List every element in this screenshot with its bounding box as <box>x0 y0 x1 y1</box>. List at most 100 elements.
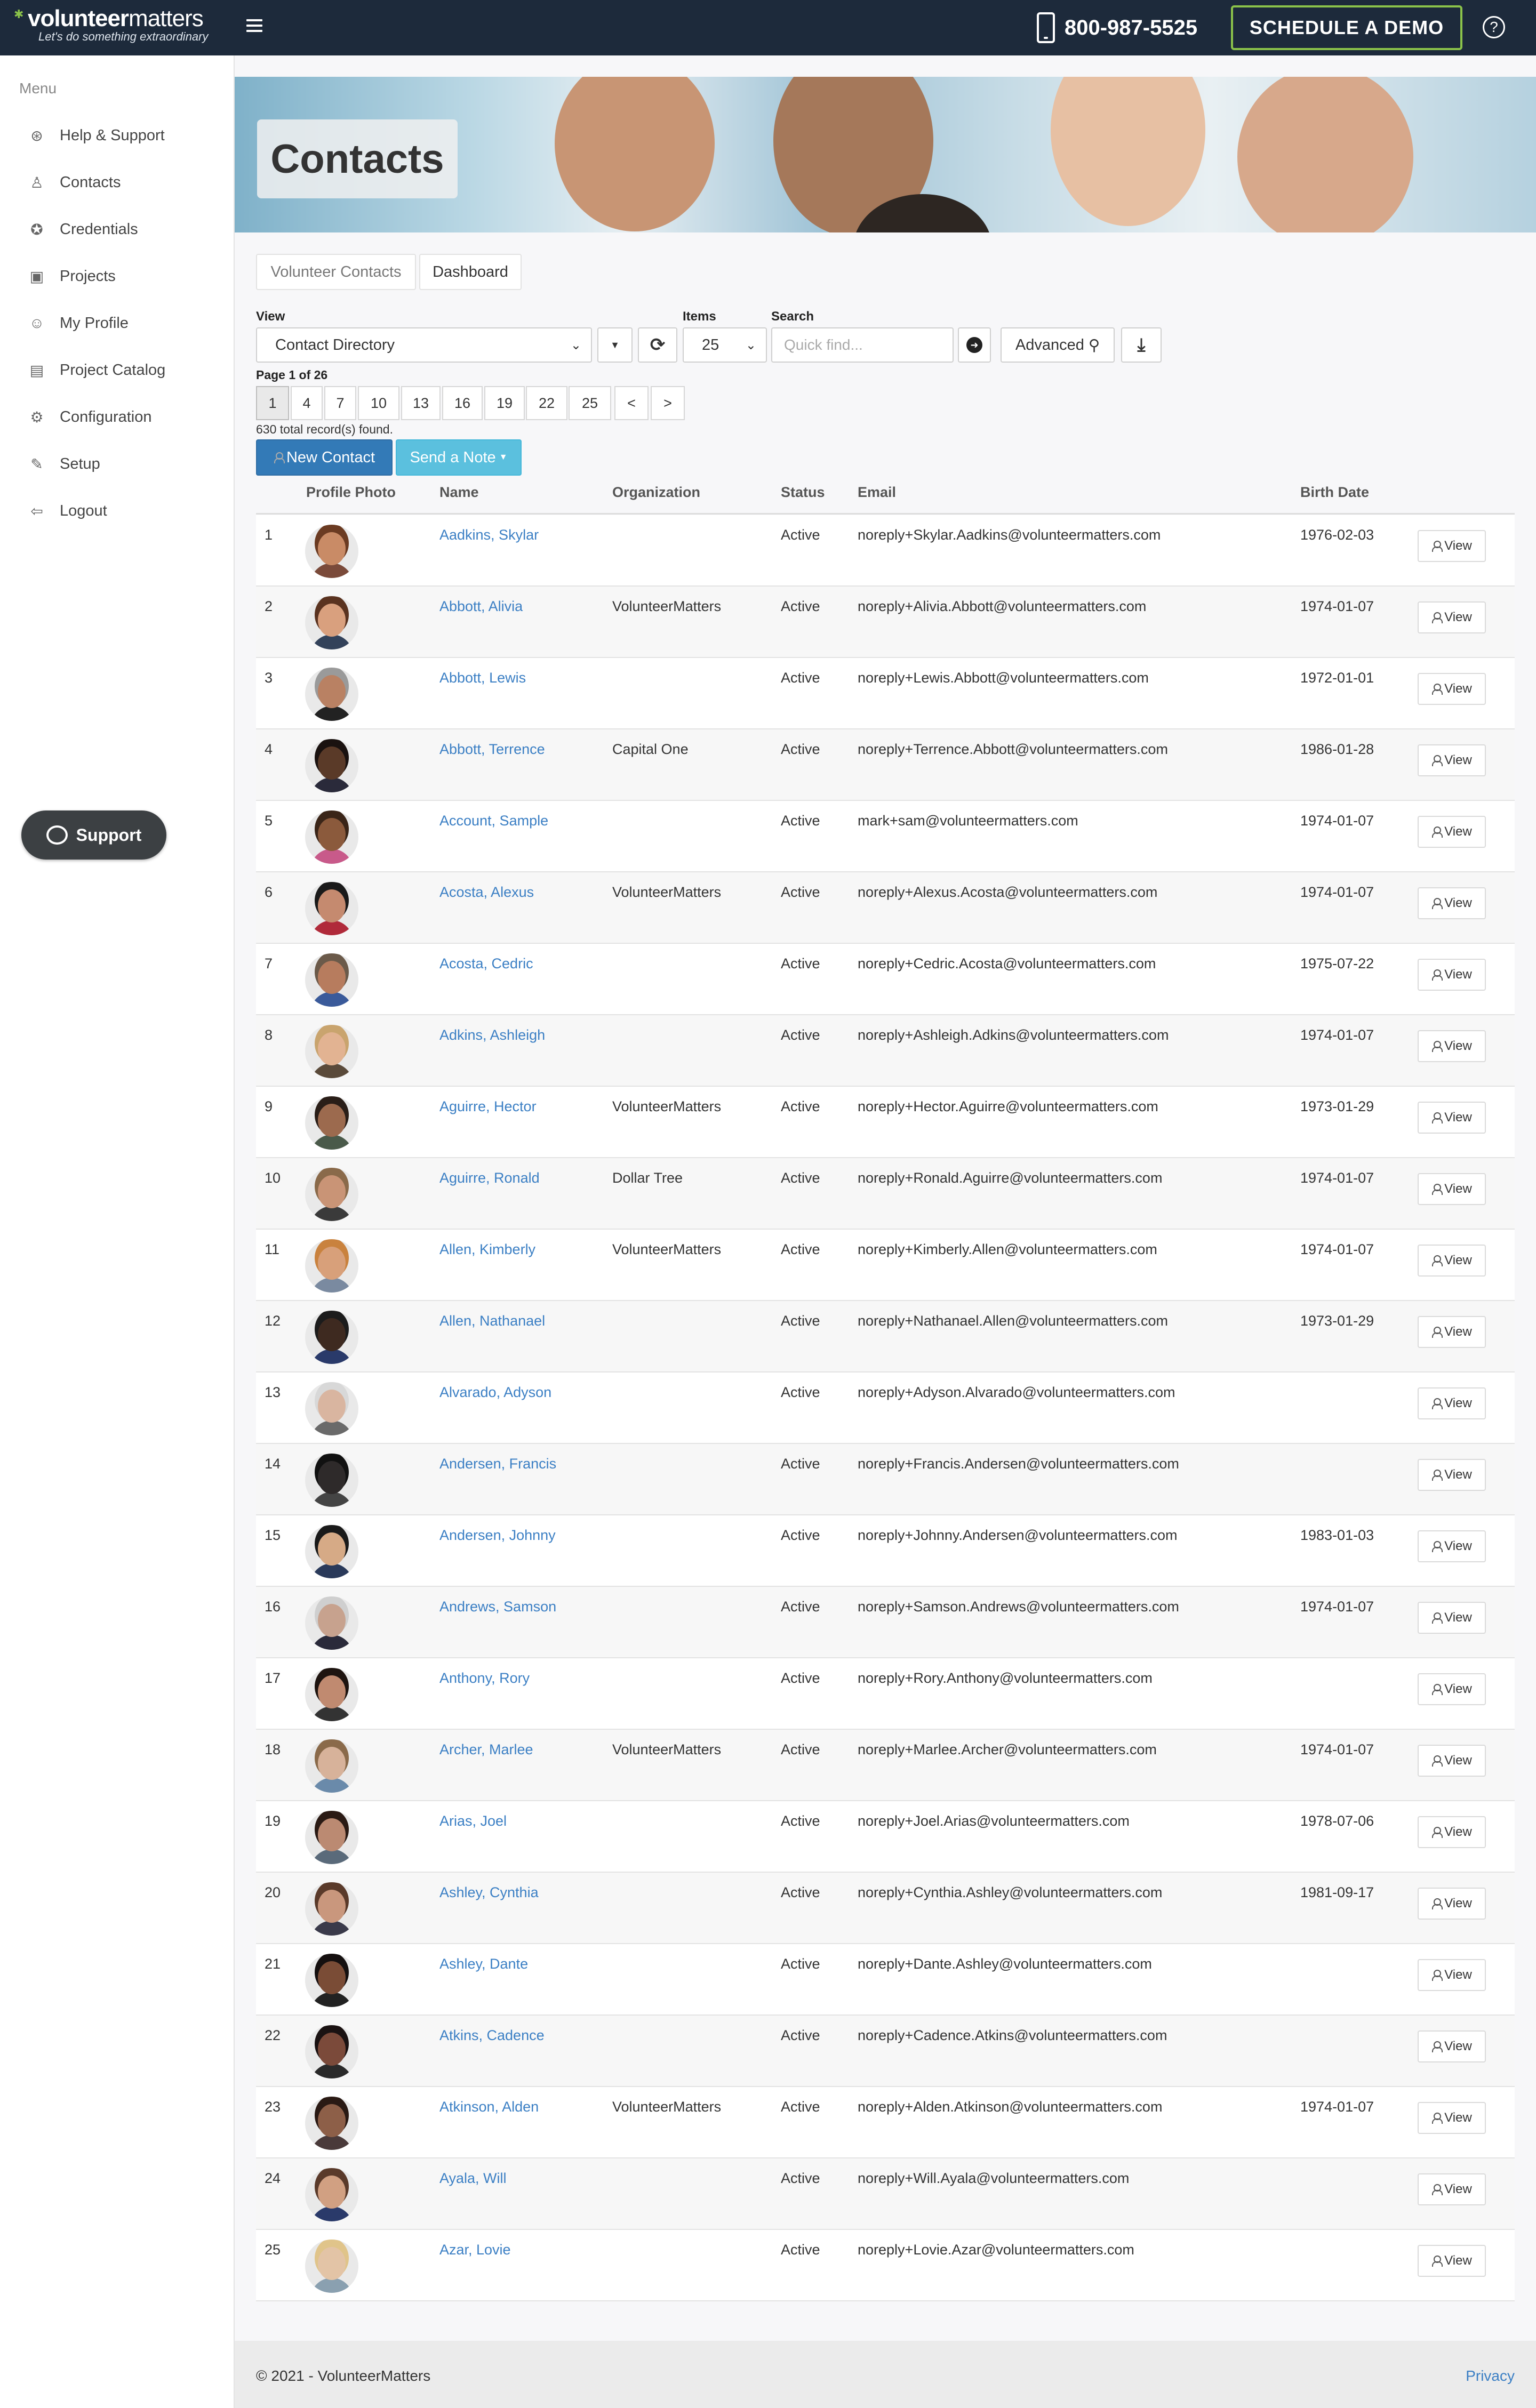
contact-name-link[interactable]: Alvarado, Adyson <box>439 1384 551 1401</box>
view-contact-button[interactable]: View <box>1418 887 1486 919</box>
contact-name-link[interactable]: Ayala, Will <box>439 2170 507 2187</box>
pager-page-10[interactable]: 10 <box>358 386 399 420</box>
pager-page-22[interactable]: 22 <box>526 386 567 420</box>
contact-name-link[interactable]: Anthony, Rory <box>439 1670 530 1687</box>
sidebar-item-contacts[interactable]: ♙ Contacts <box>28 166 121 198</box>
tab-volunteer-contacts[interactable]: Volunteer Contacts <box>256 254 416 290</box>
view-contact-button[interactable]: View <box>1418 1673 1486 1705</box>
view-contact-button[interactable]: View <box>1418 530 1486 562</box>
privacy-link[interactable]: Privacy <box>1466 2367 1515 2385</box>
view-contact-button[interactable]: View <box>1418 1030 1486 1062</box>
pager-page-7[interactable]: 7 <box>324 386 356 420</box>
support-button[interactable]: Support <box>21 810 166 860</box>
schedule-demo-button[interactable]: SCHEDULE A DEMO <box>1231 5 1462 50</box>
new-contact-button[interactable]: New Contact <box>256 439 393 476</box>
items-select[interactable]: 25 ⌄ <box>683 327 767 363</box>
pager-page-4[interactable]: 4 <box>291 386 323 420</box>
view-options-dropdown[interactable]: ▼ <box>597 327 633 363</box>
view-contact-button[interactable]: View <box>1418 959 1486 991</box>
contact-name-link[interactable]: Aguirre, Hector <box>439 1098 537 1115</box>
view-contact-button[interactable]: View <box>1418 2030 1486 2062</box>
sidebar-item-setup[interactable]: ✎ Setup <box>28 448 100 480</box>
pager-page-13[interactable]: 13 <box>401 386 441 420</box>
records-found: 630 total record(s) found. <box>256 422 393 436</box>
contact-name-link[interactable]: Atkins, Cadence <box>439 2027 545 2044</box>
header-email[interactable]: Email <box>858 484 896 501</box>
contact-name-link[interactable]: Abbott, Lewis <box>439 670 526 686</box>
view-contact-button[interactable]: View <box>1418 1530 1486 1562</box>
view-contact-button[interactable]: View <box>1418 1245 1486 1277</box>
view-contact-button[interactable]: View <box>1418 744 1486 776</box>
birth-date: 1983-01-03 <box>1300 1527 1374 1543</box>
logo[interactable]: ✱ volunteermatters Let's do something ex… <box>14 5 208 44</box>
search-input[interactable]: Quick find... <box>771 327 954 363</box>
contact-name-link[interactable]: Aadkins, Skylar <box>439 527 539 543</box>
search-go-button[interactable]: ➜ <box>958 327 991 363</box>
phone-link[interactable]: 800-987-5525 <box>1037 12 1197 44</box>
view-contact-button[interactable]: View <box>1418 1959 1486 1991</box>
refresh-button[interactable]: ⟳ <box>638 327 677 363</box>
sidebar-item-projects[interactable]: ▣ Projects <box>28 260 116 292</box>
help-icon[interactable]: ? <box>1483 16 1505 38</box>
contact-name-link[interactable]: Ashley, Dante <box>439 1956 528 1972</box>
view-contact-button[interactable]: View <box>1418 2173 1486 2205</box>
view-contact-button[interactable]: View <box>1418 673 1486 705</box>
header-name[interactable]: Name <box>439 484 479 501</box>
contact-name-link[interactable]: Account, Sample <box>439 813 548 829</box>
pager-page-25[interactable]: 25 <box>569 386 611 420</box>
send-note-button[interactable]: Send a Note ▼ <box>396 439 522 476</box>
pager-page-19[interactable]: 19 <box>484 386 525 420</box>
pager-next-button[interactable]: > <box>651 386 685 420</box>
view-contact-button[interactable]: View <box>1418 1816 1486 1848</box>
contact-name-link[interactable]: Arias, Joel <box>439 1813 507 1829</box>
hamburger-menu-icon[interactable] <box>246 19 262 32</box>
sidebar-item-configuration[interactable]: ⚙ Configuration <box>28 401 151 433</box>
view-contact-button[interactable]: View <box>1418 1888 1486 1920</box>
view-contact-button[interactable]: View <box>1418 1173 1486 1205</box>
view-contact-button[interactable]: View <box>1418 1387 1486 1419</box>
download-button[interactable]: ⤓ <box>1121 327 1162 363</box>
pager-page-1[interactable]: 1 <box>256 386 289 420</box>
pager-page-16[interactable]: 16 <box>442 386 483 420</box>
contact-name-link[interactable]: Azar, Lovie <box>439 2242 511 2258</box>
contact-name-link[interactable]: Acosta, Alexus <box>439 884 534 901</box>
view-contact-button[interactable]: View <box>1418 601 1486 633</box>
header-birth-date[interactable]: Birth Date <box>1300 484 1369 501</box>
view-contact-button[interactable]: View <box>1418 2245 1486 2277</box>
contact-name-link[interactable]: Allen, Nathanael <box>439 1313 545 1329</box>
contact-name-link[interactable]: Allen, Kimberly <box>439 1241 535 1258</box>
header-organization[interactable]: Organization <box>612 484 700 501</box>
pager-prev-button[interactable]: < <box>614 386 649 420</box>
contact-name-link[interactable]: Andersen, Johnny <box>439 1527 556 1544</box>
view-label: View <box>1444 2110 1472 2125</box>
view-select[interactable]: Contact Directory ⌄ <box>256 327 592 363</box>
tab-dashboard[interactable]: Dashboard <box>419 254 522 290</box>
contact-name-link[interactable]: Aguirre, Ronald <box>439 1170 540 1186</box>
sidebar-item-credentials[interactable]: ✪ Credentials <box>28 213 138 245</box>
contact-name-link[interactable]: Andrews, Samson <box>439 1599 556 1615</box>
avatar-body <box>310 1706 353 1721</box>
advanced-search-button[interactable]: Advanced ⚲ <box>1001 327 1115 363</box>
contact-name-link[interactable]: Atkinson, Alden <box>439 2099 539 2115</box>
search-placeholder: Quick find... <box>784 336 863 353</box>
view-contact-button[interactable]: View <box>1418 816 1486 848</box>
contact-name-link[interactable]: Abbott, Alivia <box>439 598 523 615</box>
sidebar-item-help-support[interactable]: ⊛ Help & Support <box>28 119 164 151</box>
sidebar-item-my-profile[interactable]: ☺ My Profile <box>28 307 129 339</box>
contact-name-link[interactable]: Ashley, Cynthia <box>439 1884 539 1901</box>
header-status[interactable]: Status <box>781 484 825 501</box>
contact-name-link[interactable]: Archer, Marlee <box>439 1741 533 1758</box>
contact-name-link[interactable]: Adkins, Ashleigh <box>439 1027 545 1044</box>
view-contact-button[interactable]: View <box>1418 2102 1486 2134</box>
view-contact-button[interactable]: View <box>1418 1459 1486 1491</box>
contact-name-link[interactable]: Andersen, Francis <box>439 1456 556 1472</box>
view-contact-button[interactable]: View <box>1418 1745 1486 1777</box>
sidebar-item-project-catalog[interactable]: ▤ Project Catalog <box>28 354 166 386</box>
view-contact-button[interactable]: View <box>1418 1102 1486 1134</box>
view-contact-button[interactable]: View <box>1418 1316 1486 1348</box>
status: Active <box>781 1170 820 1186</box>
sidebar-item-logout[interactable]: ⇦ Logout <box>28 495 107 527</box>
view-contact-button[interactable]: View <box>1418 1602 1486 1634</box>
contact-name-link[interactable]: Acosta, Cedric <box>439 956 533 972</box>
contact-name-link[interactable]: Abbott, Terrence <box>439 741 545 758</box>
